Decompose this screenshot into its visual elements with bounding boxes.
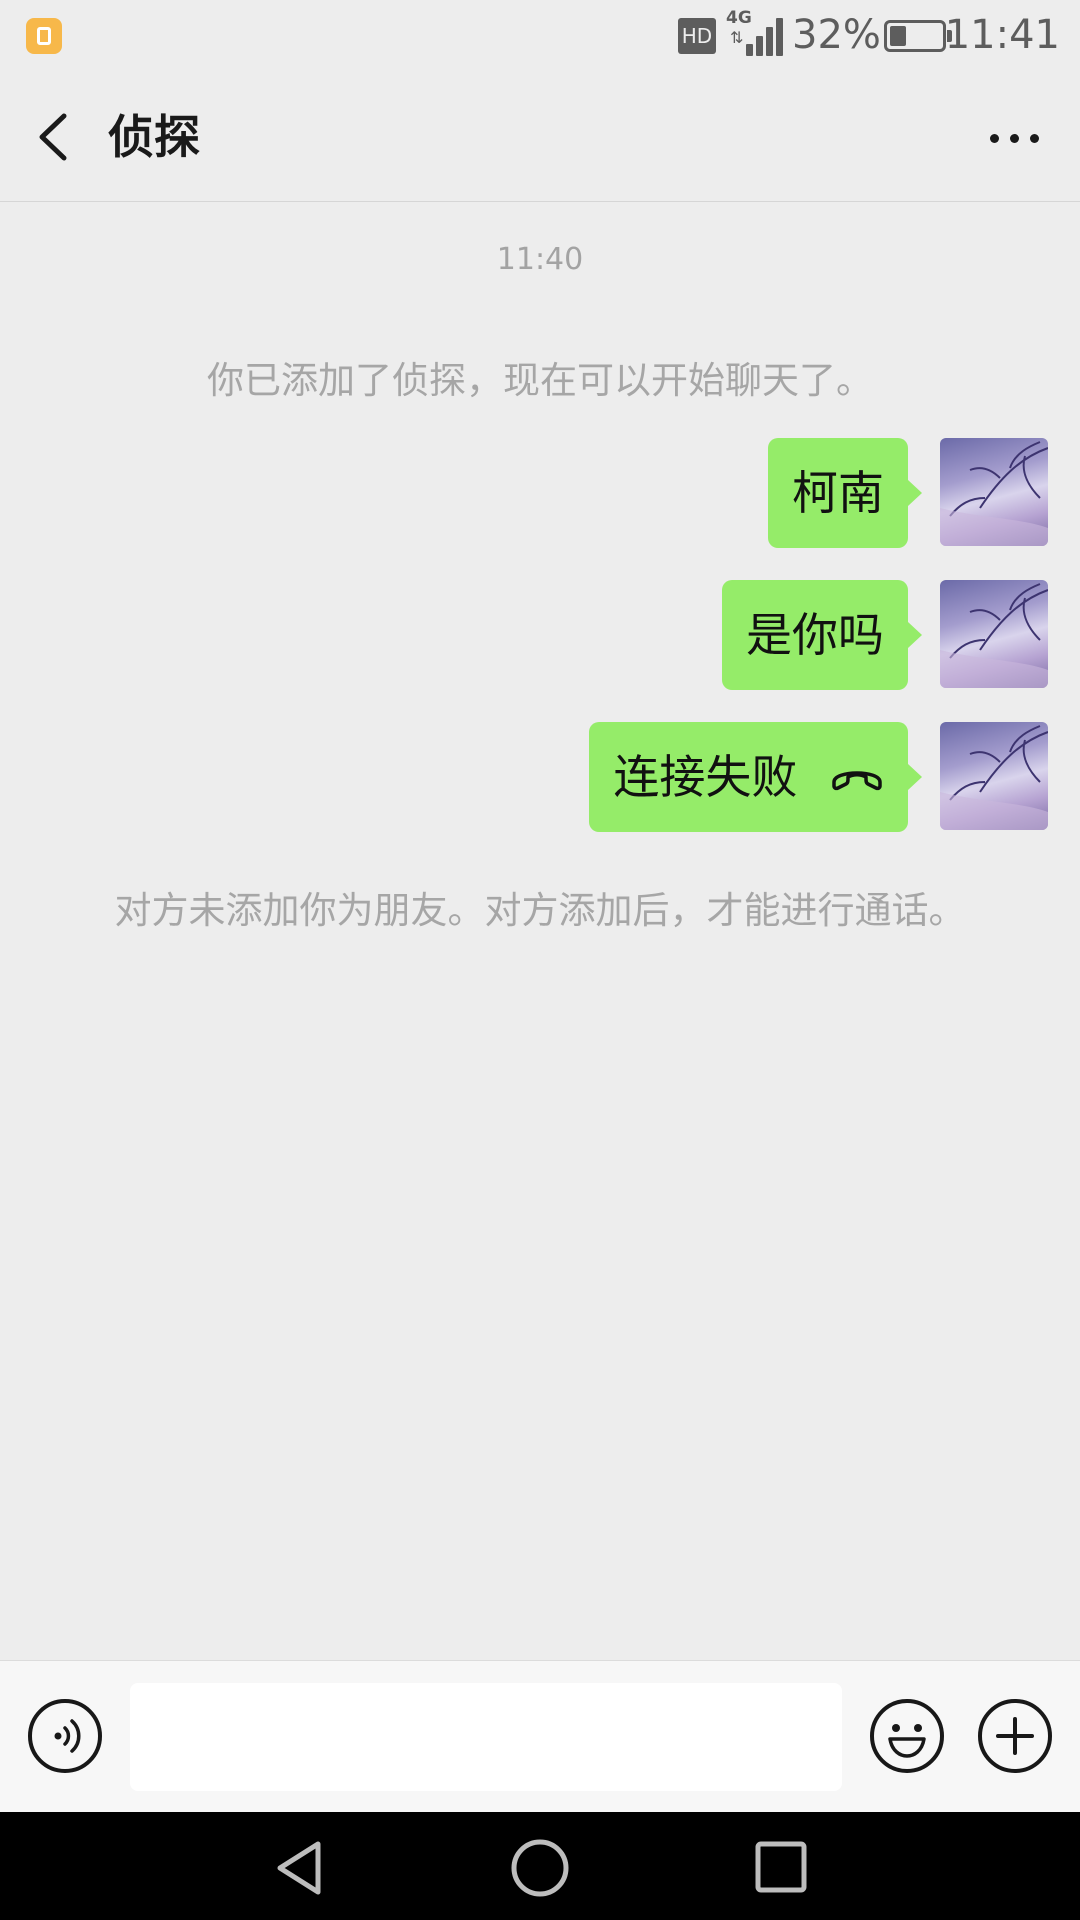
nav-recents-button[interactable] — [752, 1838, 812, 1898]
voice-button[interactable] — [28, 1699, 102, 1773]
status-bar: HD 4G ⇅ 32% 11:41 — [0, 0, 1080, 72]
call-status-bubble[interactable]: 连接失败 — [589, 722, 922, 832]
message-text: 连接失败 — [613, 750, 798, 804]
voice-icon — [54, 1719, 81, 1753]
message-row: 柯南 — [28, 438, 1048, 548]
chat-area[interactable]: 11:40 你已添加了侦探，现在可以开始聊天了。 柯南 是你吗 连接失败 对方未… — [0, 202, 1080, 1660]
input-bar — [0, 1660, 1080, 1812]
plus-icon — [996, 1717, 1034, 1755]
chat-title: 侦探 — [108, 110, 200, 164]
battery-icon — [884, 20, 952, 52]
hd-badge: HD — [678, 18, 716, 54]
nav-back-button[interactable] — [270, 1838, 330, 1898]
message-text: 柯南 — [792, 466, 884, 520]
message-row: 连接失败 — [28, 722, 1048, 832]
chevron-left-icon — [39, 113, 67, 161]
emoji-button[interactable] — [870, 1699, 944, 1773]
emoji-icon — [888, 1724, 926, 1758]
system-message-not-friend: 对方未添加你为朋友。对方添加后，才能进行通话。 — [114, 889, 966, 932]
message-row: 是你吗 — [28, 580, 1048, 690]
nav-home-button[interactable] — [510, 1838, 570, 1898]
system-nav-bar — [0, 1812, 1080, 1920]
chat-header: 侦探 — [0, 72, 1080, 202]
data-arrows-icon: ⇅ — [730, 28, 744, 47]
avatar[interactable] — [940, 580, 1048, 688]
status-clock: 11:41 — [944, 12, 1060, 58]
back-triangle-icon — [277, 1841, 321, 1895]
system-message-added: 你已添加了侦探，现在可以开始聊天了。 — [207, 359, 873, 402]
message-input[interactable] — [130, 1683, 842, 1791]
notification-app-icon — [26, 18, 62, 54]
more-options-button[interactable] — [980, 108, 1050, 168]
message-bubble[interactable]: 是你吗 — [722, 580, 922, 690]
add-more-button[interactable] — [978, 1699, 1052, 1773]
signal-icon — [746, 16, 786, 56]
battery-percent: 32% — [792, 12, 881, 58]
more-dots-icon — [990, 134, 999, 143]
message-bubble[interactable]: 柯南 — [768, 438, 922, 548]
back-button[interactable] — [26, 102, 86, 172]
message-timestamp: 11:40 — [496, 242, 584, 277]
home-circle-icon — [511, 1839, 569, 1897]
avatar[interactable] — [940, 438, 1048, 546]
hangup-phone-icon — [832, 770, 882, 790]
message-text: 是你吗 — [746, 608, 884, 662]
avatar[interactable] — [940, 722, 1048, 830]
recents-square-icon — [755, 1841, 807, 1893]
